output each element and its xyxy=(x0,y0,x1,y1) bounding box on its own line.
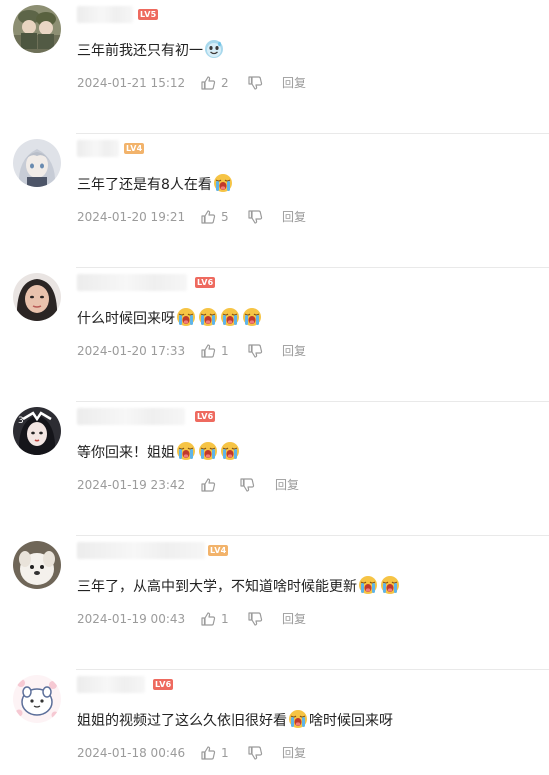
comment-text: 什么时候回来呀 xyxy=(77,307,263,329)
comment-item: LV6 什么时候回来呀 2024-01-20 17:33 1 回复 xyxy=(0,268,549,402)
comment-text: 三年前我还只有初一 xyxy=(77,39,225,61)
level-badge: LV6 xyxy=(195,277,216,288)
comment-date: 2024-01-19 23:42 xyxy=(77,478,186,492)
username-redacted[interactable] xyxy=(77,408,185,425)
like-icon[interactable] xyxy=(200,745,216,761)
comment-date: 2024-01-21 15:12 xyxy=(77,76,186,90)
comment-item: LV4 三年了，从高中到大学，不知道啥时候能更新 2024-01-19 00:4… xyxy=(0,536,549,670)
like-count: 1 xyxy=(221,746,229,760)
like-count: 2 xyxy=(221,76,229,90)
crying-emoji xyxy=(198,307,218,327)
comment-date: 2024-01-20 17:33 xyxy=(77,344,186,358)
like-icon[interactable] xyxy=(200,611,216,627)
crying-emoji xyxy=(242,307,262,327)
comment-date: 2024-01-20 19:21 xyxy=(77,210,186,224)
avatar[interactable] xyxy=(13,273,61,321)
crying-emoji xyxy=(176,307,196,327)
crying-emoji xyxy=(358,575,378,595)
like-icon[interactable] xyxy=(200,209,216,225)
level-badge: LV6 xyxy=(153,679,174,690)
sweat-smile-emoji xyxy=(204,39,224,59)
comment-text: 三年了还是有8人在看 xyxy=(77,173,234,195)
username-redacted[interactable] xyxy=(77,676,145,693)
avatar[interactable] xyxy=(13,675,61,723)
dislike-icon[interactable] xyxy=(247,209,263,225)
like-icon[interactable] xyxy=(200,343,216,359)
comment-item: LV4 三年了还是有8人在看 2024-01-20 19:21 5 回复 xyxy=(0,134,549,268)
crying-emoji xyxy=(176,441,196,461)
comment-item: LV6 姐姐的视频过了这么久依旧很好看 啥时候回来呀 2024-01-18 00:… xyxy=(0,670,549,775)
like-count: 1 xyxy=(221,612,229,626)
avatar[interactable]: 3 xyxy=(13,407,61,455)
reply-button[interactable]: 回复 xyxy=(282,74,306,92)
comment-list: LV5 三年前我还只有初一 2024-01-21 15:12 2 回复 LV4 … xyxy=(0,0,549,775)
username-redacted[interactable] xyxy=(77,542,205,559)
crying-emoji xyxy=(198,441,218,461)
avatar[interactable] xyxy=(13,5,61,53)
level-badge: LV4 xyxy=(208,545,229,556)
like-icon[interactable] xyxy=(200,477,216,493)
dislike-icon[interactable] xyxy=(247,343,263,359)
level-badge: LV5 xyxy=(138,9,159,20)
crying-emoji xyxy=(288,709,308,729)
like-count: 1 xyxy=(221,344,229,358)
comment-text: 姐姐的视频过了这么久依旧很好看 啥时候回来呀 xyxy=(77,709,393,731)
crying-emoji xyxy=(220,441,240,461)
crying-emoji xyxy=(213,173,233,193)
dislike-icon[interactable] xyxy=(247,745,263,761)
crying-emoji xyxy=(380,575,400,595)
comment-date: 2024-01-19 00:43 xyxy=(77,612,186,626)
avatar[interactable] xyxy=(13,541,61,589)
reply-button[interactable]: 回复 xyxy=(282,610,306,628)
comment-item: 3 LV6 等你回来！姐姐 2024-01-19 23:42 回复 xyxy=(0,402,549,536)
username-redacted[interactable] xyxy=(77,274,187,291)
level-badge: LV6 xyxy=(195,411,216,422)
reply-button[interactable]: 回复 xyxy=(275,476,299,494)
reply-button[interactable]: 回复 xyxy=(282,342,306,360)
username-redacted[interactable] xyxy=(77,140,119,157)
dislike-icon[interactable] xyxy=(247,611,263,627)
reply-button[interactable]: 回复 xyxy=(282,744,306,762)
dislike-icon[interactable] xyxy=(239,477,255,493)
reply-button[interactable]: 回复 xyxy=(282,208,306,226)
comment-item: LV5 三年前我还只有初一 2024-01-21 15:12 2 回复 xyxy=(0,0,549,134)
like-icon[interactable] xyxy=(200,75,216,91)
level-badge: LV4 xyxy=(124,143,145,154)
comment-date: 2024-01-18 00:46 xyxy=(77,746,186,760)
crying-emoji xyxy=(220,307,240,327)
dislike-icon[interactable] xyxy=(247,75,263,91)
comment-text: 三年了，从高中到大学，不知道啥时候能更新 xyxy=(77,575,401,597)
avatar[interactable] xyxy=(13,139,61,187)
comment-text: 等你回来！姐姐 xyxy=(77,441,241,463)
username-redacted[interactable] xyxy=(77,6,133,23)
like-count: 5 xyxy=(221,210,229,224)
svg-text:3: 3 xyxy=(18,416,24,426)
